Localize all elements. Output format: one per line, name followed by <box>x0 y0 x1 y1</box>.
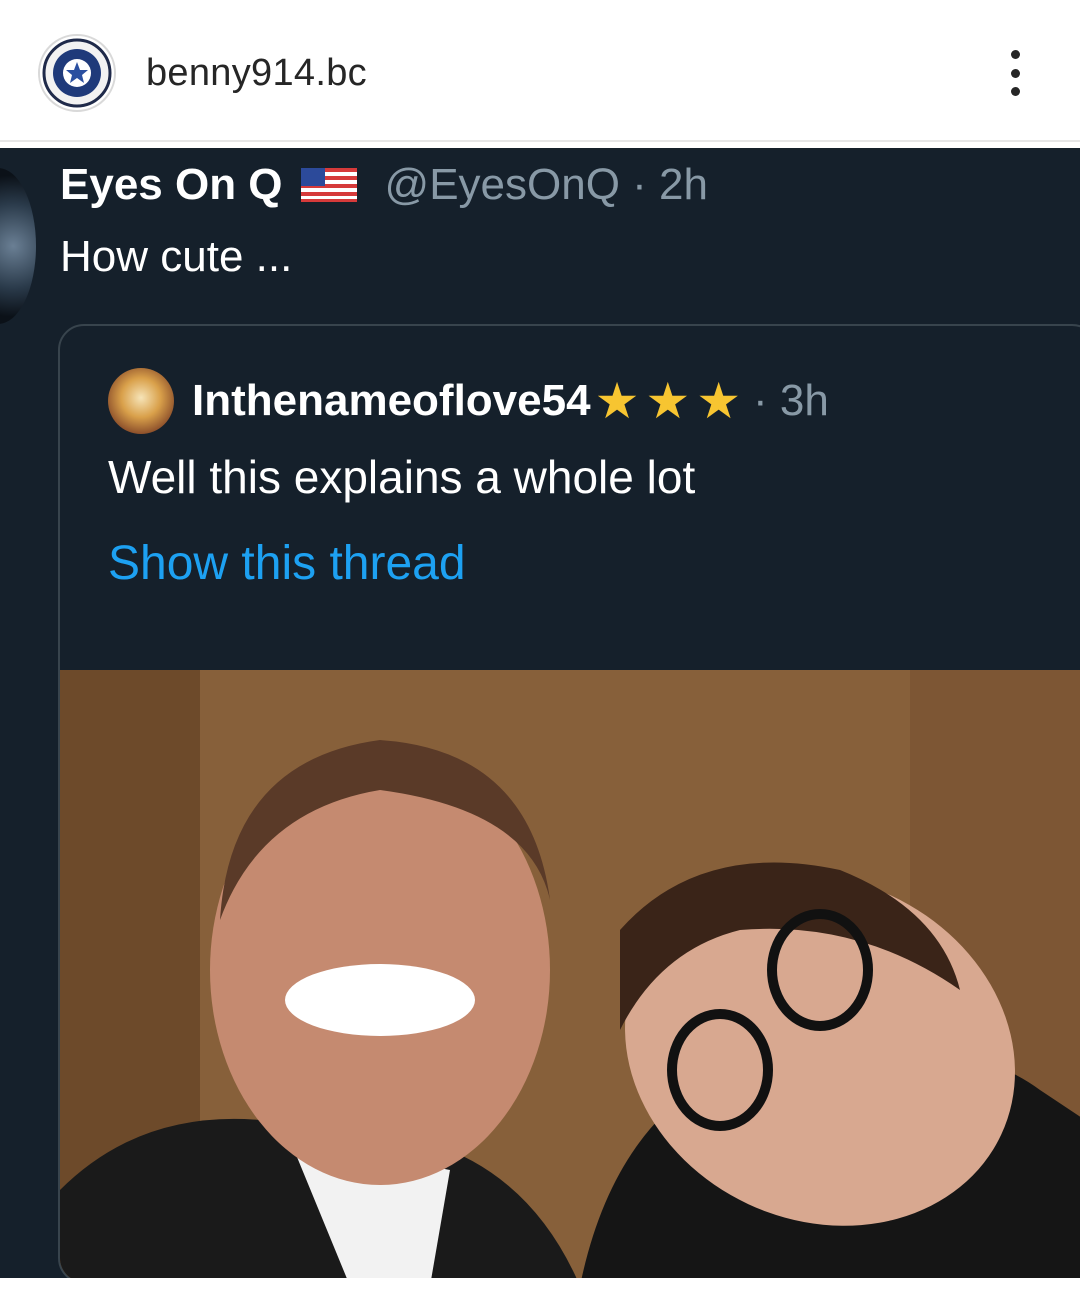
instagram-post-header: benny914.bc <box>0 0 1080 142</box>
quoted-tweet-photo[interactable] <box>60 670 1080 1278</box>
emblem-seal-icon <box>42 38 112 108</box>
tweet-screenshot: Eyes On Q @EyesOnQ · 2h How cute ... Int… <box>0 148 1080 1278</box>
quoted-author-avatar <box>108 368 174 434</box>
us-flag-icon <box>300 168 357 202</box>
post-username[interactable]: benny914.bc <box>146 52 367 95</box>
show-thread-link[interactable]: Show this thread <box>108 536 466 591</box>
star-icon: ★ <box>696 373 742 429</box>
more-vertical-icon[interactable] <box>1000 50 1030 96</box>
tweet-author-avatar <box>0 168 36 324</box>
star-emoji-group: ★ ★ ★ <box>595 376 747 426</box>
tweet-author-row: Eyes On Q @EyesOnQ · 2h <box>60 160 708 210</box>
tweet-author-name: Eyes On Q <box>60 160 283 209</box>
star-icon: ★ <box>645 373 691 429</box>
profile-avatar[interactable] <box>38 34 116 112</box>
tweet-text: How cute ... <box>60 232 293 281</box>
quoted-tweet-text: Well this explains a whole lot <box>108 451 696 503</box>
quoted-tweet-time: · 3h <box>753 376 829 425</box>
quoted-tweet[interactable]: Inthenameoflove54 ★ ★ ★ · 3h Well this e… <box>58 324 1080 1278</box>
star-icon: ★ <box>594 373 640 429</box>
tweet-handle-time: @EyesOnQ · 2h <box>384 160 708 209</box>
quoted-tweet-header: Inthenameoflove54 ★ ★ ★ · 3h <box>108 368 829 434</box>
quoted-author-name: Inthenameoflove54 <box>192 376 591 425</box>
